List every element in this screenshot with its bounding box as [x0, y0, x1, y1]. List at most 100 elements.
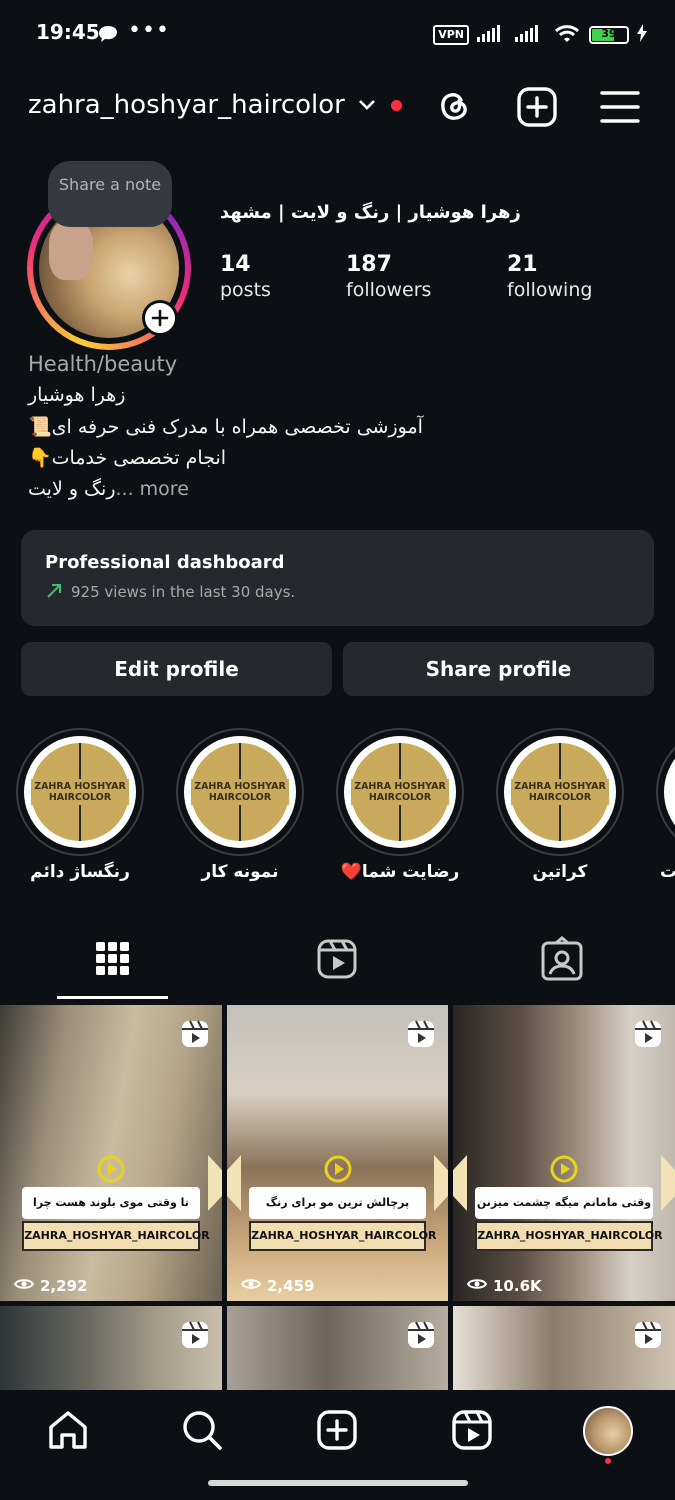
- highlight-brand: ZAHRA HOSHYAR HAIRCOLOR: [351, 779, 449, 805]
- battery-icon: 39: [589, 26, 629, 44]
- home-indicator[interactable]: [208, 1480, 468, 1486]
- followers-label: followers: [346, 279, 432, 301]
- signal-icon-2: [515, 24, 545, 46]
- play-icon: [550, 1155, 578, 1187]
- bio-line: 📜آموزشی تخصصی همراه با مدرک فنی حرفه ای: [28, 416, 423, 438]
- charging-icon: [637, 24, 647, 46]
- more-notifications-icon: •••: [128, 18, 170, 43]
- view-count: 2,292: [13, 1277, 88, 1295]
- dashboard-title: Professional dashboard: [45, 552, 285, 573]
- menu-icon[interactable]: [599, 86, 641, 128]
- add-story-icon[interactable]: [142, 300, 178, 336]
- view-count: 10.6K: [466, 1277, 542, 1295]
- reel-icon: [180, 1320, 210, 1354]
- story-highlight[interactable]: ZAHRA HOSHYAR HAIRCOLOR: [16, 728, 144, 856]
- wifi-icon: [553, 22, 581, 48]
- chevron-down-icon: [357, 98, 377, 112]
- reel-icon: [180, 1019, 210, 1053]
- highlight-label: رنگساژ دائم: [30, 862, 130, 882]
- reel-icon: [633, 1320, 663, 1354]
- story-highlight[interactable]: ZAHRA HOSHYAR HAIRCOLOR: [176, 728, 304, 856]
- threads-icon[interactable]: [433, 86, 475, 128]
- reel-icon: [406, 1019, 436, 1053]
- post-watermark: ZAHRA_HOSHYAR_HAIRCOLOR: [22, 1221, 210, 1251]
- eye-icon: [466, 1277, 488, 1295]
- profile-screen: 19:45 ••• VPN 39 zahra_hoshyar_haircolor…: [0, 0, 675, 1500]
- trend-up-icon: [45, 582, 63, 604]
- grid-tab-icon[interactable]: [88, 936, 136, 984]
- share-note-bubble[interactable]: Share a note: [48, 161, 172, 227]
- post-watermark: ZAHRA_HOSHYAR_HAIRCOLOR: [475, 1221, 663, 1251]
- post-thumbnail[interactable]: [0, 1306, 222, 1390]
- eye-icon: [240, 1277, 262, 1295]
- highlight-brand: ZAHRA HOSHYAR HAIRCOLOR: [511, 779, 609, 805]
- highlight-label: ت: [660, 862, 675, 882]
- play-icon: [97, 1155, 125, 1187]
- bio-line: زهرا هوشیار: [28, 384, 126, 406]
- story-highlight-partial[interactable]: [656, 728, 675, 856]
- bio-last-line[interactable]: رنگ و لایت... more: [28, 478, 189, 500]
- post-watermark: ZAHRA_HOSHYAR_HAIRCOLOR: [249, 1221, 437, 1251]
- highlight-label: نمونه کار: [201, 862, 279, 882]
- story-highlight[interactable]: ZAHRA HOSHYAR HAIRCOLOR: [496, 728, 624, 856]
- bio-more-link[interactable]: ... more: [116, 478, 189, 500]
- view-count-value: 2,292: [40, 1277, 88, 1295]
- view-count-value: 10.6K: [493, 1277, 542, 1295]
- signal-icon: [477, 24, 507, 46]
- reels-icon[interactable]: [450, 1408, 494, 1452]
- status-time: 19:45: [36, 20, 100, 44]
- following-label: following: [507, 279, 593, 301]
- search-icon[interactable]: [180, 1408, 224, 1452]
- post-caption: تا وقتی موی بلوند هست چرا مشکی آخه؟!: [22, 1187, 200, 1241]
- posts-label: posts: [220, 279, 271, 301]
- reels-tab-icon[interactable]: [314, 936, 362, 984]
- view-count: 2,459: [240, 1277, 315, 1295]
- profile-full-name: زهرا هوشیار | رنگ و لایت | مشهد: [220, 202, 521, 223]
- followers-stat[interactable]: 187 followers: [346, 252, 431, 301]
- battery-level: 39: [601, 27, 617, 40]
- profile-category: Health/beauty: [28, 352, 178, 376]
- create-post-icon[interactable]: [516, 86, 558, 128]
- reel-icon: [406, 1320, 436, 1354]
- view-count-value: 2,459: [267, 1277, 315, 1295]
- posts-stat[interactable]: 14 posts: [220, 252, 271, 301]
- post-caption: پرچالش ترین مو برای رنگ: [249, 1187, 426, 1219]
- following-stat[interactable]: 21 following: [507, 252, 592, 301]
- play-icon: [324, 1155, 352, 1187]
- post-thumbnail[interactable]: پرچالش ترین مو برای رنگ ZAHRA_HOSHYAR_HA…: [227, 1005, 448, 1301]
- followers-count: 187: [346, 252, 392, 277]
- notification-dot: [605, 1458, 611, 1464]
- post-thumbnail[interactable]: [453, 1306, 675, 1390]
- status-right: VPN 39: [433, 22, 647, 48]
- vpn-badge: VPN: [433, 25, 469, 45]
- post-thumbnail[interactable]: تا وقتی موی بلوند هست چرا مشکی آخه؟! ZAH…: [0, 1005, 222, 1301]
- post-thumbnail[interactable]: وقتی مامانم میگه چشمت میزنن ZAHRA_HOSHYA…: [453, 1005, 675, 1301]
- account-switcher[interactable]: zahra_hoshyar_haircolor: [28, 90, 402, 120]
- notification-dot: [390, 99, 402, 111]
- highlight-label: کراتین: [532, 862, 588, 882]
- active-tab-indicator: [57, 996, 168, 999]
- chat-bubble-icon: [98, 25, 118, 47]
- post-caption: وقتی مامانم میگه چشمت میزنن: [475, 1187, 653, 1219]
- profile-avatar-tab[interactable]: [583, 1406, 633, 1456]
- highlight-brand: ZAHRA HOSHYAR HAIRCOLOR: [31, 779, 129, 805]
- username: zahra_hoshyar_haircolor: [28, 90, 345, 120]
- status-bar: 19:45 ••• VPN 39: [0, 0, 675, 70]
- bio-line: 👇انجام تخصصی خدمات: [28, 447, 227, 469]
- posts-count: 14: [220, 252, 251, 277]
- eye-icon: [13, 1277, 35, 1295]
- post-thumbnail[interactable]: [227, 1306, 448, 1390]
- reel-icon: [633, 1019, 663, 1053]
- edit-profile-button[interactable]: Edit profile: [21, 642, 332, 696]
- story-highlight[interactable]: ZAHRA HOSHYAR HAIRCOLOR: [336, 728, 464, 856]
- bio-line: رنگ و لایت: [28, 478, 116, 500]
- share-profile-button[interactable]: Share profile: [343, 642, 654, 696]
- following-count: 21: [507, 252, 538, 277]
- home-icon[interactable]: [46, 1408, 90, 1452]
- tagged-tab-icon[interactable]: [538, 936, 586, 984]
- professional-dashboard[interactable]: Professional dashboard 925 views in the …: [21, 530, 654, 626]
- dashboard-views: 925 views in the last 30 days.: [71, 583, 296, 601]
- highlight-label: رضایت شما❤️: [340, 862, 460, 882]
- create-icon[interactable]: [315, 1408, 359, 1452]
- highlight-brand: ZAHRA HOSHYAR HAIRCOLOR: [191, 779, 289, 805]
